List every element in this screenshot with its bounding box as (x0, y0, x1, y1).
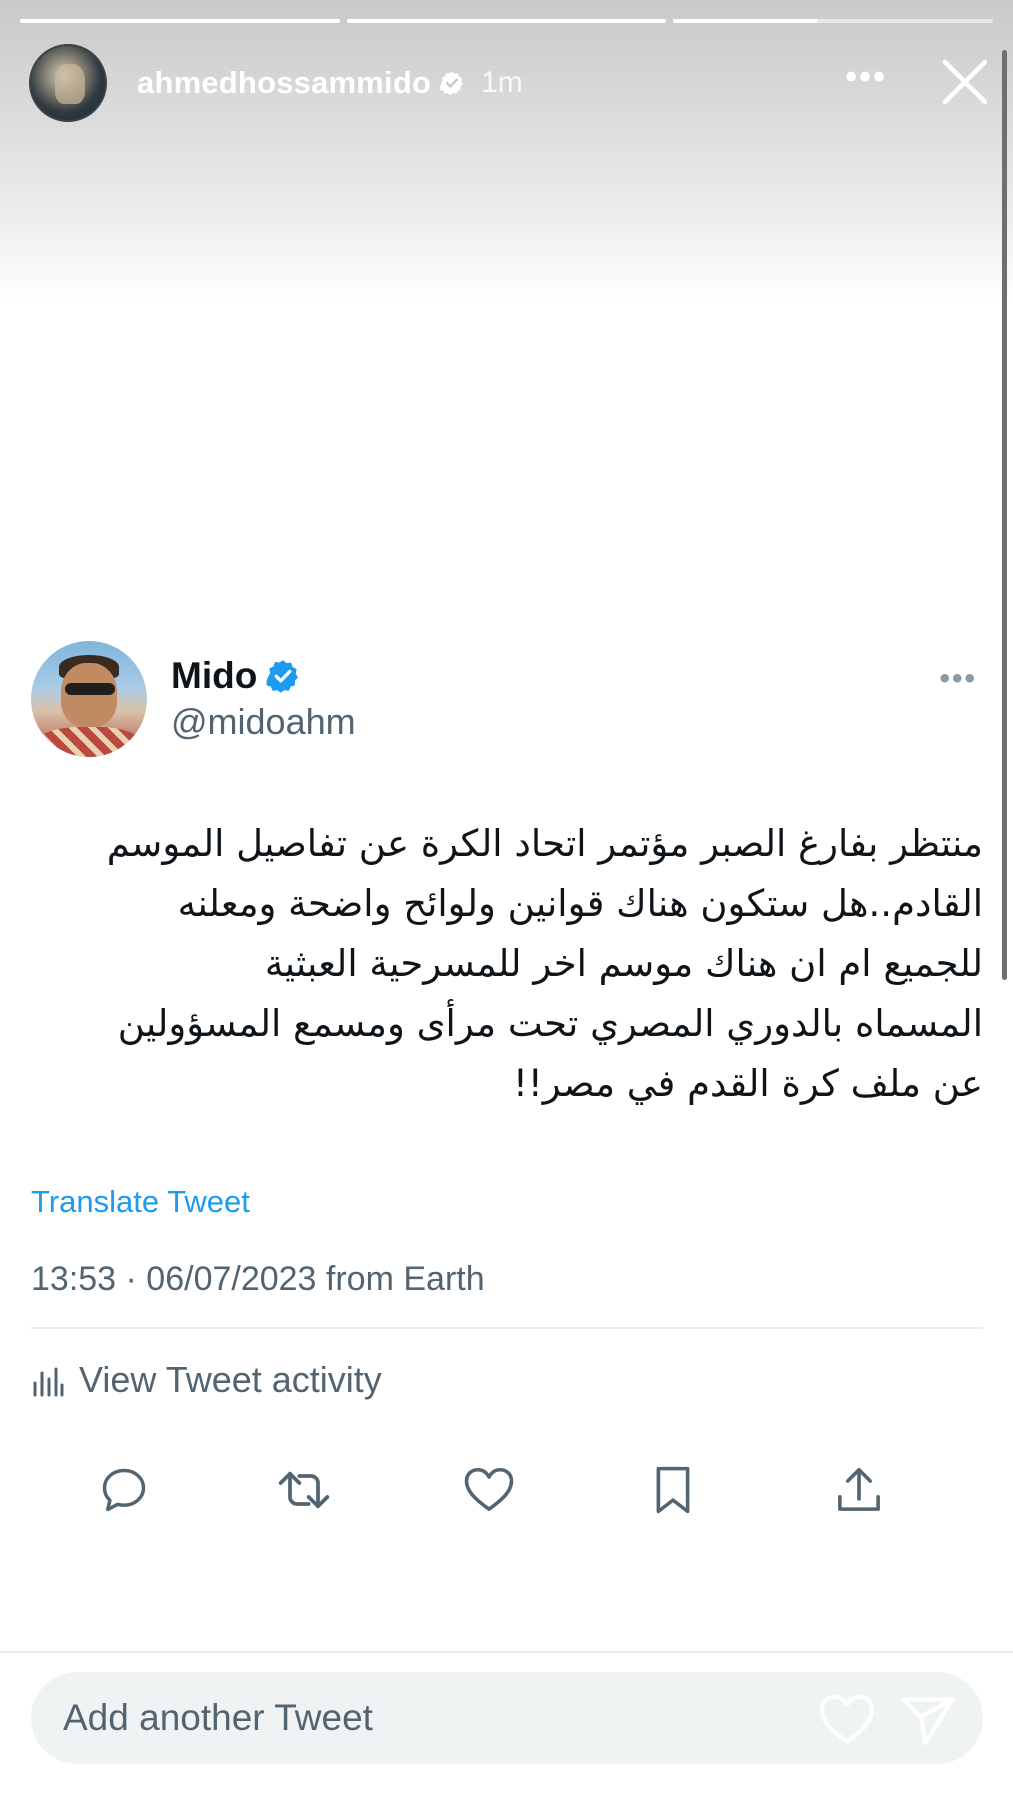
tweet-actions (31, 1460, 983, 1520)
story-more-button[interactable]: ••• (845, 58, 887, 97)
close-icon[interactable] (939, 56, 991, 108)
story-timestamp: 1m (481, 66, 523, 99)
avatar[interactable] (31, 641, 147, 757)
tweet-text-line: القادم..هل ستكون هناك قوانين ولوائح واضح… (177, 882, 983, 925)
retweet-icon[interactable] (274, 1460, 334, 1520)
story-progress-fill (673, 19, 818, 23)
bottom-divider (0, 1651, 1013, 1653)
translate-tweet-link[interactable]: Translate Tweet (31, 1184, 983, 1220)
send-icon[interactable] (899, 1690, 957, 1748)
tweet-header: Mido @midoahm ••• (31, 640, 983, 758)
verified-badge-icon (265, 658, 301, 694)
tweet-text-line: المسماه بالدوري المصري تحت مرأى ومسمع ال… (117, 1002, 983, 1045)
story-verified-icon (439, 70, 465, 96)
share-icon[interactable] (829, 1460, 889, 1520)
scrollbar[interactable] (1002, 50, 1007, 980)
story-username[interactable]: ahmedhossammido (137, 65, 431, 101)
story-progress-bar (346, 19, 667, 23)
tweet-author: Mido @midoahm (171, 655, 356, 743)
bookmark-icon[interactable] (643, 1460, 703, 1520)
tweet-card: Mido @midoahm ••• منتظر بفارغ الصبر مؤتم… (31, 640, 983, 1514)
like-icon[interactable] (459, 1460, 519, 1520)
tweet-more-button[interactable]: ••• (939, 662, 977, 696)
tweet-author-name[interactable]: Mido (171, 655, 257, 697)
story-progress-bars (20, 19, 994, 23)
story-progress-fill (346, 19, 667, 23)
tweet-text-line: منتظر بفارغ الصبر مؤتمر اتحاد الكرة عن ت… (106, 822, 983, 865)
tweet-text-line: للجميع ام ان هناك موسم اخر للمسرحية العب… (264, 942, 983, 985)
tweet-name-row: Mido (171, 655, 356, 697)
add-tweet-input[interactable]: Add another Tweet (31, 1672, 983, 1764)
story-progress-bar (673, 19, 994, 23)
story-avatar[interactable] (29, 44, 107, 122)
tweet-text: منتظر بفارغ الصبر مؤتمر اتحاد الكرة عن ت… (31, 814, 983, 1114)
divider (31, 1327, 983, 1329)
tweet-author-handle[interactable]: @midoahm (171, 701, 356, 743)
analytics-icon (31, 1363, 65, 1397)
heart-icon[interactable] (817, 1690, 877, 1746)
story-progress-bar (20, 19, 340, 23)
add-tweet-placeholder: Add another Tweet (63, 1697, 373, 1738)
tweet-timestamp: 13:53 · 06/07/2023 from Earth (31, 1260, 485, 1298)
tweet-text-line: عن ملف كرة القدم في مصر!! (513, 1062, 983, 1105)
scrollbar-thumb[interactable] (1002, 50, 1007, 980)
story-progress-fill (20, 19, 340, 23)
reply-icon[interactable] (94, 1460, 154, 1520)
story-header: ahmedhossammido 1m ••• (29, 44, 991, 122)
view-tweet-activity-button[interactable]: View Tweet activity (31, 1359, 983, 1401)
view-tweet-activity-label: View Tweet activity (79, 1359, 382, 1400)
